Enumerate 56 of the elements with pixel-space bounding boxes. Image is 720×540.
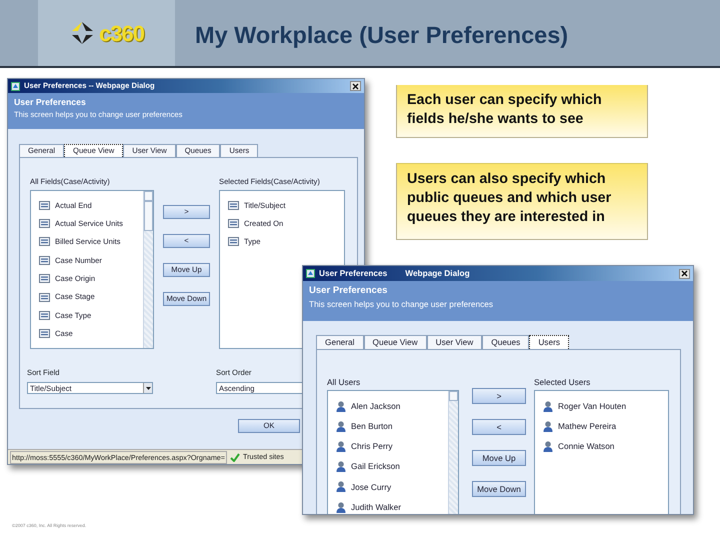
- user-icon: [543, 400, 553, 412]
- callout-note: Users can also specify which public queues and which user queues they are interested in: [396, 163, 648, 240]
- slide-title: My Workplace (User Preferences): [195, 21, 568, 50]
- tab[interactable]: Queue View: [364, 335, 427, 349]
- user-list-item[interactable]: Alen Jackson: [336, 396, 448, 416]
- list-button[interactable]: >: [472, 388, 526, 404]
- user-list-item[interactable]: Judith Walker: [336, 496, 448, 514]
- close-button[interactable]: [350, 81, 361, 91]
- field-icon: [228, 200, 239, 210]
- window-title: Webpage Dialog: [405, 267, 470, 280]
- user-list-item[interactable]: Jose Curry: [336, 476, 448, 497]
- tab[interactable]: User View: [426, 335, 482, 349]
- field-icon: [39, 311, 50, 320]
- caret-icon: [146, 386, 150, 390]
- dialog-heading: User Preferences: [309, 284, 388, 298]
- window-icon: [306, 269, 315, 278]
- window-title: User Preferences: [319, 267, 388, 280]
- field-icon: [39, 256, 50, 265]
- dialog-heading: User Preferences: [14, 96, 87, 109]
- user-list-item[interactable]: Ben Burton: [336, 416, 448, 436]
- field-icon: [228, 237, 239, 246]
- logo-text: c360: [99, 20, 144, 48]
- list-button[interactable]: <: [472, 419, 526, 435]
- user-list-item[interactable]: Roger Van Houten: [543, 396, 668, 416]
- user-icon: [336, 461, 346, 472]
- field-icon: [39, 200, 50, 210]
- tab[interactable]: Users: [529, 335, 569, 349]
- field-icon: [39, 329, 50, 338]
- user-list-item[interactable]: Mathew Pereira: [543, 416, 668, 436]
- user-icon: [543, 420, 553, 432]
- user-list-item[interactable]: Connie Watson: [543, 436, 668, 457]
- list-button[interactable]: Move Down: [472, 481, 526, 497]
- user-icon: [336, 481, 346, 492]
- field-icon: [39, 237, 50, 246]
- window-icon: [11, 82, 20, 90]
- user-icon: [336, 502, 346, 513]
- user-icon: [336, 440, 346, 452]
- check-icon: [230, 452, 240, 462]
- user-icon: [336, 400, 346, 412]
- user-list-item[interactable]: Chris Perry: [336, 436, 448, 457]
- field-icon: [228, 219, 239, 228]
- list-label: Selected Users: [534, 376, 592, 389]
- list-button[interactable]: Move Up: [472, 450, 526, 466]
- field-icon: [39, 274, 50, 284]
- dialog-subheading: This screen helps you to change user preferences: [309, 298, 494, 311]
- tab[interactable]: Queues: [482, 335, 530, 349]
- user-icon: [336, 420, 346, 432]
- field-icon: [39, 292, 50, 302]
- callout-note: Each user can specify which fields he/she wants to see: [396, 85, 648, 138]
- tab[interactable]: General: [316, 335, 364, 349]
- scrollbar[interactable]: [448, 391, 458, 514]
- user-icon: [543, 440, 553, 452]
- field-icon: [39, 219, 50, 228]
- scrollbar[interactable]: [143, 191, 153, 348]
- close-button[interactable]: [679, 268, 690, 278]
- user-list-item[interactable]: Gail Erickson: [336, 456, 448, 477]
